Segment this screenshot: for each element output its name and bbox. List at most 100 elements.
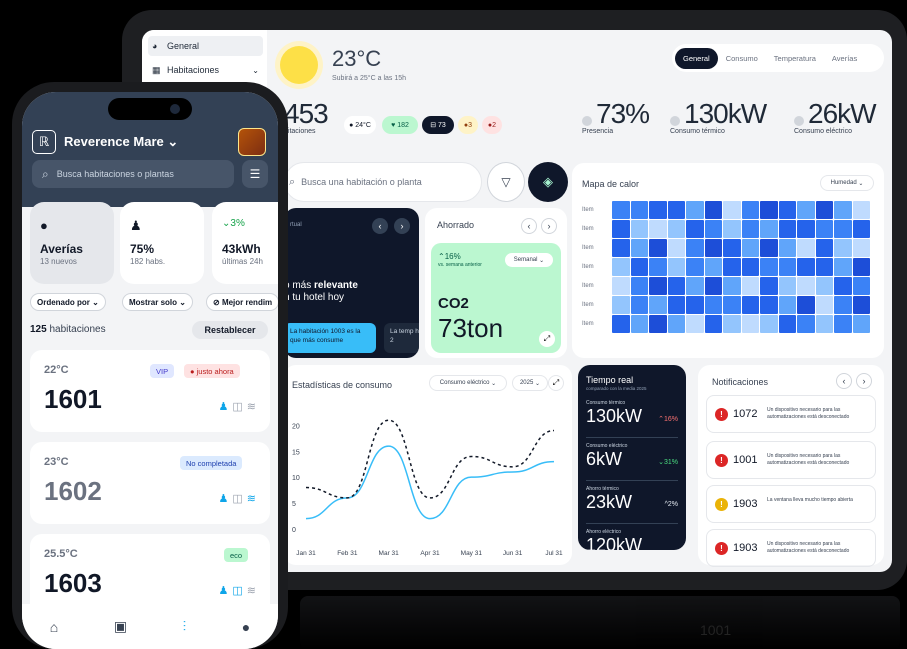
heatmap-cell bbox=[778, 277, 796, 295]
search-input[interactable]: ⌕ Busca una habitación o planta bbox=[284, 162, 482, 202]
insight-box[interactable]: La habitación 1003 es la que más consume bbox=[284, 323, 376, 353]
heatmap-grid bbox=[612, 201, 870, 333]
person-icon: ♟ bbox=[218, 493, 229, 505]
tab-averias[interactable]: Averías bbox=[824, 48, 865, 69]
presence-icon bbox=[582, 116, 592, 126]
tab-consumo[interactable]: Consumo bbox=[718, 48, 766, 69]
heatmap-cell bbox=[778, 315, 796, 333]
person-icon: ♟ bbox=[218, 401, 229, 413]
chevron-down-icon: ⌄ bbox=[489, 380, 497, 387]
heatmap-cell bbox=[760, 201, 778, 219]
next-button[interactable]: › bbox=[394, 218, 410, 234]
heatmap-cell bbox=[723, 296, 741, 314]
realtime-value: 120kW bbox=[586, 535, 643, 550]
next-button[interactable]: › bbox=[856, 373, 872, 389]
heatmap-cell bbox=[778, 239, 796, 257]
heatmap-cell bbox=[704, 220, 722, 238]
prev-button[interactable]: ‹ bbox=[372, 218, 388, 234]
notification-msg: Un dispositivo necesario para las automa… bbox=[767, 407, 850, 420]
phone-search-input[interactable]: ⌕ Busca habitaciones o plantas bbox=[32, 160, 234, 188]
wallet-icon[interactable]: ▣ bbox=[114, 618, 127, 635]
filter-chip[interactable]: Mostrar solo ⌄ bbox=[122, 293, 193, 311]
stat-occupancy[interactable]: ♟ 75% 182 habs. bbox=[120, 202, 204, 284]
assistant-label: rtual bbox=[290, 222, 302, 228]
metric-select[interactable]: Consumo eléctrico ⌄ bbox=[429, 375, 507, 391]
savings-vs: vs. semana anterior bbox=[438, 262, 482, 268]
occupied-pill[interactable]: ♥ 182 bbox=[382, 116, 418, 134]
stat-averias[interactable]: ● Averías 13 nuevos bbox=[30, 202, 114, 284]
alert-pill[interactable]: ● 2 bbox=[482, 116, 502, 134]
heatmap-cell bbox=[649, 201, 667, 219]
heatmap-cell bbox=[834, 296, 852, 314]
heatmap-cell bbox=[630, 201, 648, 219]
sliders-icon[interactable]: ⫶ bbox=[183, 618, 187, 635]
heatmap-cell bbox=[612, 258, 630, 276]
x-tick-label: Jul 31 bbox=[545, 550, 563, 557]
filter-button[interactable]: ▽ bbox=[487, 162, 525, 202]
heatmap-cell bbox=[834, 239, 852, 257]
expand-button[interactable]: ⤢ bbox=[548, 375, 564, 391]
warning-pill[interactable]: ● 3 bbox=[458, 116, 478, 134]
heatmap-cell bbox=[612, 201, 630, 219]
user-icon[interactable]: ● bbox=[242, 619, 250, 635]
reflection-text: 1001 bbox=[700, 622, 732, 638]
heatmap-cell bbox=[723, 201, 741, 219]
heatmap-cell bbox=[741, 258, 759, 276]
x-tick-label: Jan 31 bbox=[296, 550, 316, 557]
window-icon: ◫ bbox=[232, 585, 243, 597]
heatmap-cell bbox=[815, 258, 833, 276]
heatmap-cell bbox=[815, 296, 833, 314]
vip-badge: VIP bbox=[150, 364, 175, 378]
sidebar-item-habitaciones[interactable]: ▦ Habitaciones ⌄ bbox=[148, 60, 263, 80]
insight-box[interactable]: La temp ha sido 2 bbox=[384, 323, 419, 353]
prev-button[interactable]: ‹ bbox=[836, 373, 852, 389]
avatar[interactable] bbox=[238, 128, 266, 156]
realtime-delta: ⌄31% bbox=[658, 458, 678, 466]
notification-item[interactable]: ! 1072 Un dispositivo necesario para las… bbox=[706, 395, 876, 433]
expand-icon: ⤢ bbox=[552, 378, 560, 387]
search-placeholder: Busca habitaciones o plantas bbox=[56, 169, 174, 179]
expand-button[interactable]: ⤢ bbox=[539, 331, 555, 347]
performance-chip[interactable]: ⊘ Mejor rendim bbox=[206, 293, 278, 311]
sidebar-item-general[interactable]: ◕ General bbox=[148, 36, 263, 56]
notification-item[interactable]: ! 1903 La ventana lleva mucho tiempo abi… bbox=[706, 485, 876, 523]
room-number: 1602 bbox=[44, 476, 102, 506]
room-card[interactable]: 23°C 1602 No completada ♟ ◫ ≋ bbox=[30, 442, 270, 524]
dynamic-island bbox=[108, 98, 192, 120]
period-label: Semanal bbox=[513, 257, 538, 263]
heatmap-cell bbox=[686, 315, 704, 333]
heatmap-cell bbox=[778, 258, 796, 276]
stat-small: 182 habs. bbox=[130, 257, 166, 266]
next-button[interactable]: › bbox=[541, 218, 557, 234]
heatmap-cell bbox=[612, 239, 630, 257]
reset-button[interactable]: Restablecer bbox=[192, 321, 268, 339]
tab-temperatura[interactable]: Temperatura bbox=[766, 48, 824, 69]
alert-icon: ! bbox=[715, 408, 728, 421]
stat-small: 13 nuevos bbox=[40, 257, 77, 266]
sort-chip[interactable]: Ordenado por ⌄ bbox=[30, 293, 106, 311]
heatmap-cell bbox=[760, 277, 778, 295]
year-select[interactable]: 2025 ⌄ bbox=[512, 375, 548, 391]
prev-button[interactable]: ‹ bbox=[521, 218, 537, 234]
heatmap-cell bbox=[741, 315, 759, 333]
room-card[interactable]: 22°C 1601 VIP ● justo ahora ♟ ◫ ≋ bbox=[30, 350, 270, 432]
heatmap-cell bbox=[834, 258, 852, 276]
room-pill[interactable]: ⊟ 73 bbox=[422, 116, 454, 134]
notification-item[interactable]: ! 1903 Un dispositivo necesario para las… bbox=[706, 529, 876, 567]
heatmap-select[interactable]: Humedad ⌄ bbox=[820, 175, 874, 191]
temp-pill[interactable]: ● 24°C bbox=[344, 116, 376, 134]
savings-pct-value: 16% bbox=[444, 252, 461, 261]
chip-label: Ordenado por bbox=[37, 297, 90, 307]
status-badge: No completada bbox=[180, 456, 243, 470]
hotel-selector[interactable]: Reverence Mare ⌄ bbox=[64, 134, 178, 150]
home-icon[interactable]: ⌂ bbox=[50, 619, 58, 635]
layers-button[interactable]: ◈ bbox=[528, 162, 568, 202]
period-select[interactable]: Semanal ⌄ bbox=[505, 253, 553, 267]
tab-general[interactable]: General bbox=[675, 47, 718, 69]
heatmap-cell bbox=[760, 315, 778, 333]
stat-pct-value: 3% bbox=[230, 218, 245, 229]
stat-energy[interactable]: ⌄3% 43kWh últimas 24h bbox=[212, 202, 278, 284]
notification-item[interactable]: ! 1001 Un dispositivo necesario para las… bbox=[706, 441, 876, 479]
menu-button[interactable]: ☰ bbox=[242, 160, 268, 188]
consumption-chart: 20 15 10 5 0 Jan 31 Feb 31 Mar 31 Apr 31 May 31 Ju… bbox=[292, 419, 563, 557]
